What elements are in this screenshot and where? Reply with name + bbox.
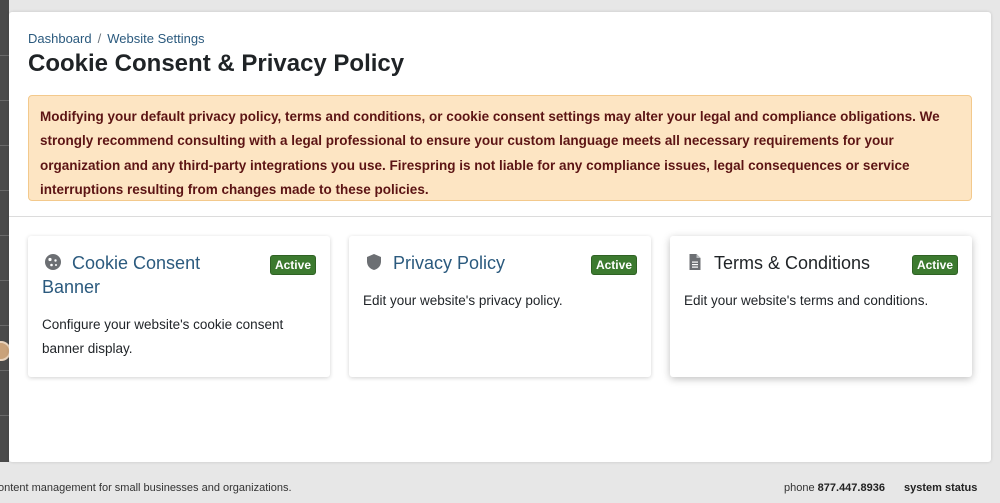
card-header: Privacy Policy Active: [363, 251, 637, 275]
card-title-link[interactable]: Terms & Conditions: [714, 253, 870, 273]
rail-divider: [0, 100, 9, 101]
card-description: Edit your website's privacy policy.: [363, 293, 563, 308]
privacy-policy-card[interactable]: Privacy Policy Active Edit your website'…: [349, 236, 651, 377]
system-status-link[interactable]: system status: [904, 482, 977, 494]
card-title-link[interactable]: Privacy Policy: [393, 253, 505, 273]
section-divider: [9, 216, 991, 217]
rail-divider: [0, 55, 9, 56]
phone-number[interactable]: 877.447.8936: [818, 482, 885, 494]
rail-divider: [0, 235, 9, 236]
phone-label: phone: [784, 482, 815, 494]
rail-divider: [0, 370, 9, 371]
card-title-link[interactable]: Cookie Consent Banner: [42, 253, 200, 297]
page-title: Cookie Consent & Privacy Policy: [28, 50, 405, 77]
breadcrumb-dashboard[interactable]: Dashboard: [28, 31, 92, 46]
status-badge: Active: [269, 255, 316, 275]
footer-tagline: ontent management for small businesses a…: [0, 482, 292, 494]
status-badge: Active: [911, 255, 958, 275]
left-sidebar-rail: [0, 0, 9, 462]
card-description: Edit your website's terms and conditions…: [684, 293, 929, 308]
main-panel: Dashboard / Website Settings Cookie Consen…: [9, 12, 991, 462]
cookie-icon: [45, 254, 61, 270]
page-footer: ontent management for small businesses a…: [0, 479, 1000, 499]
rail-divider: [0, 190, 9, 191]
rail-divider: [0, 280, 9, 281]
rail-divider: [0, 325, 9, 326]
shield-icon: [367, 254, 381, 270]
cookie-consent-banner-card[interactable]: Cookie Consent Banner Active Configure y…: [28, 236, 330, 377]
terms-conditions-card[interactable]: Terms & Conditions Active Edit your webs…: [670, 236, 972, 377]
breadcrumb-website-settings[interactable]: Website Settings: [107, 31, 204, 46]
card-header: Terms & Conditions Active: [684, 251, 958, 275]
footer-phone: phone 877.447.8936: [784, 482, 885, 494]
card-description: Configure your website's cookie consent …: [42, 317, 284, 356]
document-icon: [689, 254, 701, 270]
breadcrumb-separator: /: [97, 31, 102, 46]
status-badge: Active: [590, 255, 637, 275]
rail-divider: [0, 145, 9, 146]
legal-warning-alert: Modifying your default privacy policy, t…: [28, 95, 972, 201]
rail-divider: [0, 415, 9, 416]
card-header: Cookie Consent Banner Active: [42, 251, 316, 299]
breadcrumb: Dashboard / Website Settings: [28, 31, 205, 46]
